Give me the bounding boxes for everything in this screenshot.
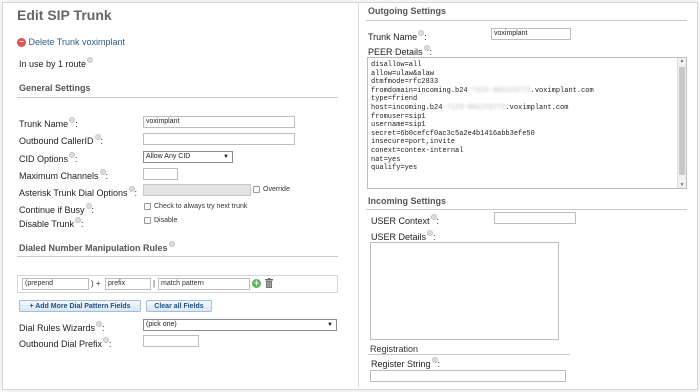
out-trunk-name-label: Trunk Name: <box>368 30 427 42</box>
dial-options-label: Asterisk Trunk Dial Options: <box>19 186 138 198</box>
column-separator <box>358 3 359 387</box>
max-channels-label: Maximum Channels: <box>19 169 109 181</box>
dropdown-arrow-icon: ▼ <box>223 154 229 160</box>
general-settings-header: General Settings <box>19 83 91 93</box>
help-icon[interactable] <box>418 30 425 36</box>
max-channels-input[interactable] <box>143 168 178 180</box>
outbound-dial-prefix-input[interactable] <box>143 335 199 347</box>
divider <box>17 97 338 98</box>
pipe-sign: | <box>153 279 156 288</box>
outbound-callerid-label: Outbound CallerID: <box>19 134 104 146</box>
help-icon[interactable] <box>168 241 175 247</box>
prefix-input[interactable]: prefix <box>105 278 151 290</box>
scroll-up-icon[interactable]: ▲ <box>678 58 686 64</box>
disable-trunk-text: Disable <box>154 217 178 224</box>
scroll-thumb[interactable] <box>679 67 685 175</box>
outbound-dial-prefix-label: Outbound Dial Prefix: <box>19 337 112 349</box>
dial-options-input[interactable] <box>143 184 251 196</box>
scrollbar[interactable]: ▲ ▼ <box>677 58 686 188</box>
disable-trunk-label: Disable Trunk: <box>19 217 84 229</box>
incoming-settings-header: Incoming Settings <box>368 196 447 206</box>
scroll-down-icon[interactable]: ▼ <box>678 182 686 188</box>
peer-line: fromdomain=incoming.b24-7123-001223773.v… <box>371 86 594 95</box>
trash-icon[interactable] <box>265 278 273 288</box>
help-icon[interactable] <box>69 152 76 158</box>
user-context-label: USER Context: <box>371 214 440 226</box>
add-pattern-icon[interactable]: + <box>252 279 261 288</box>
divider <box>366 20 687 21</box>
continue-busy-checkbox[interactable] <box>144 203 151 210</box>
peer-line: type=friend <box>371 95 418 104</box>
divider <box>366 209 687 210</box>
cid-options-select[interactable]: Allow Any CID ▼ <box>143 151 233 163</box>
user-details-label: USER Details: <box>371 230 436 242</box>
delete-trunk-link[interactable]: − Delete Trunk voximplant <box>17 37 126 48</box>
peer-details-text: disallow=all allow=ulaw&alaw dtmfmode=rfc2… <box>371 61 594 173</box>
prepend-input[interactable]: (prepend <box>22 278 89 290</box>
help-icon[interactable] <box>96 321 103 327</box>
outbound-callerid-input[interactable] <box>143 133 295 145</box>
help-icon[interactable] <box>75 217 82 223</box>
match-pattern-input[interactable]: match pattern <box>158 278 250 290</box>
register-string-input[interactable] <box>370 370 566 382</box>
add-more-dial-pattern-button[interactable]: + Add More Dial Pattern Fields <box>19 300 141 312</box>
outgoing-settings-header: Outgoing Settings <box>368 6 446 16</box>
user-context-input[interactable] <box>494 212 576 224</box>
help-icon[interactable] <box>99 169 106 175</box>
trunk-name-label: Trunk Name: <box>19 117 78 129</box>
peer-line: nat=yes <box>371 155 401 164</box>
peer-line: host=incoming.b24-7123-001223773.voximpl… <box>371 103 569 112</box>
peer-line: conext=contex-internal <box>371 146 464 155</box>
register-string-label: Register String: <box>371 357 441 369</box>
help-icon[interactable] <box>423 45 430 51</box>
peer-details-label: PEER Details: <box>368 45 433 57</box>
divider <box>17 256 338 257</box>
help-icon[interactable] <box>431 357 438 363</box>
peer-line: disallow=all <box>371 61 422 69</box>
help-icon[interactable] <box>128 186 135 192</box>
plus-sign: ) + <box>91 279 101 288</box>
override-label: Override <box>263 186 290 193</box>
help-icon[interactable] <box>94 134 101 140</box>
disable-trunk-checkbox[interactable] <box>144 217 151 224</box>
help-icon[interactable] <box>87 57 94 63</box>
continue-busy-text: Check to always try next trunk <box>154 203 248 210</box>
out-trunk-name-input[interactable]: voximplant <box>491 28 571 40</box>
delete-icon: − <box>17 38 26 48</box>
user-details-textarea[interactable] <box>370 242 559 340</box>
delete-trunk-text: Delete Trunk voximplant <box>28 37 126 47</box>
peer-details-textarea[interactable]: disallow=all allow=ulaw&alaw dtmfmode=rfc2… <box>367 57 687 189</box>
clear-all-fields-button[interactable]: Clear all Fields <box>146 300 212 312</box>
override-checkbox[interactable] <box>253 186 260 193</box>
dialed-rules-header: Dialed Number Manipulation Rules <box>19 241 175 253</box>
peer-line: dtmfmode=rfc2833 <box>371 78 439 87</box>
dial-rules-wizards-select[interactable]: (pick one) ▼ <box>143 319 337 331</box>
cid-options-label: CID Options: <box>19 152 78 164</box>
help-icon[interactable] <box>427 230 434 236</box>
help-icon[interactable] <box>430 214 437 220</box>
peer-line: secret=6b0cefcf0ac3c5a2e4b1416abb3efe50 <box>371 129 535 138</box>
trunk-name-input[interactable]: voximplant <box>143 116 295 128</box>
peer-line: fromuser=sip1 <box>371 112 426 121</box>
dial-rules-wizards-label: Dial Rules Wizards: <box>19 321 105 333</box>
redacted-text: -7123-001223773 <box>467 86 531 95</box>
continue-busy-label: Continue if Busy: <box>19 203 95 215</box>
redacted-text: -7123-001223773 <box>442 103 506 112</box>
help-icon[interactable] <box>85 203 92 209</box>
help-icon[interactable] <box>103 337 110 343</box>
page-title: Edit SIP Trunk <box>17 7 112 23</box>
divider <box>368 354 570 355</box>
peer-line: insecure=port,invite <box>371 138 456 147</box>
registration-header: Registration <box>370 344 419 354</box>
peer-line: qualify=yes <box>371 164 418 173</box>
peer-line: username=sip1 <box>371 121 426 130</box>
peer-line: allow=ulaw&alaw <box>371 69 435 78</box>
dropdown-arrow-icon: ▼ <box>327 322 333 328</box>
in-use-text: In use by 1 route <box>19 57 94 69</box>
help-icon[interactable] <box>69 117 76 123</box>
